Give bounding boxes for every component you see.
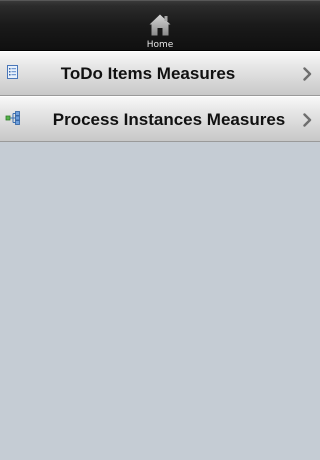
home-button[interactable]: Home — [137, 10, 183, 50]
measures-list: ToDo Items Measures Process Instances Me… — [0, 51, 320, 142]
home-icon — [149, 14, 171, 36]
top-toolbar: Home — [0, 0, 320, 51]
chevron-right-icon — [303, 67, 312, 81]
list-item-label: Process Instances Measures — [52, 110, 286, 129]
list-item-todo-items-measures[interactable]: ToDo Items Measures — [0, 51, 320, 96]
chevron-right-icon — [303, 113, 312, 127]
app-screen: Home ToDo Items Measures Process Instanc… — [0, 0, 320, 460]
toolbar-highlight — [0, 0, 320, 1]
home-label: Home — [146, 40, 174, 50]
list-item-process-instances-measures[interactable]: Process Instances Measures — [0, 96, 320, 142]
list-item-label: ToDo Items Measures — [60, 64, 236, 83]
